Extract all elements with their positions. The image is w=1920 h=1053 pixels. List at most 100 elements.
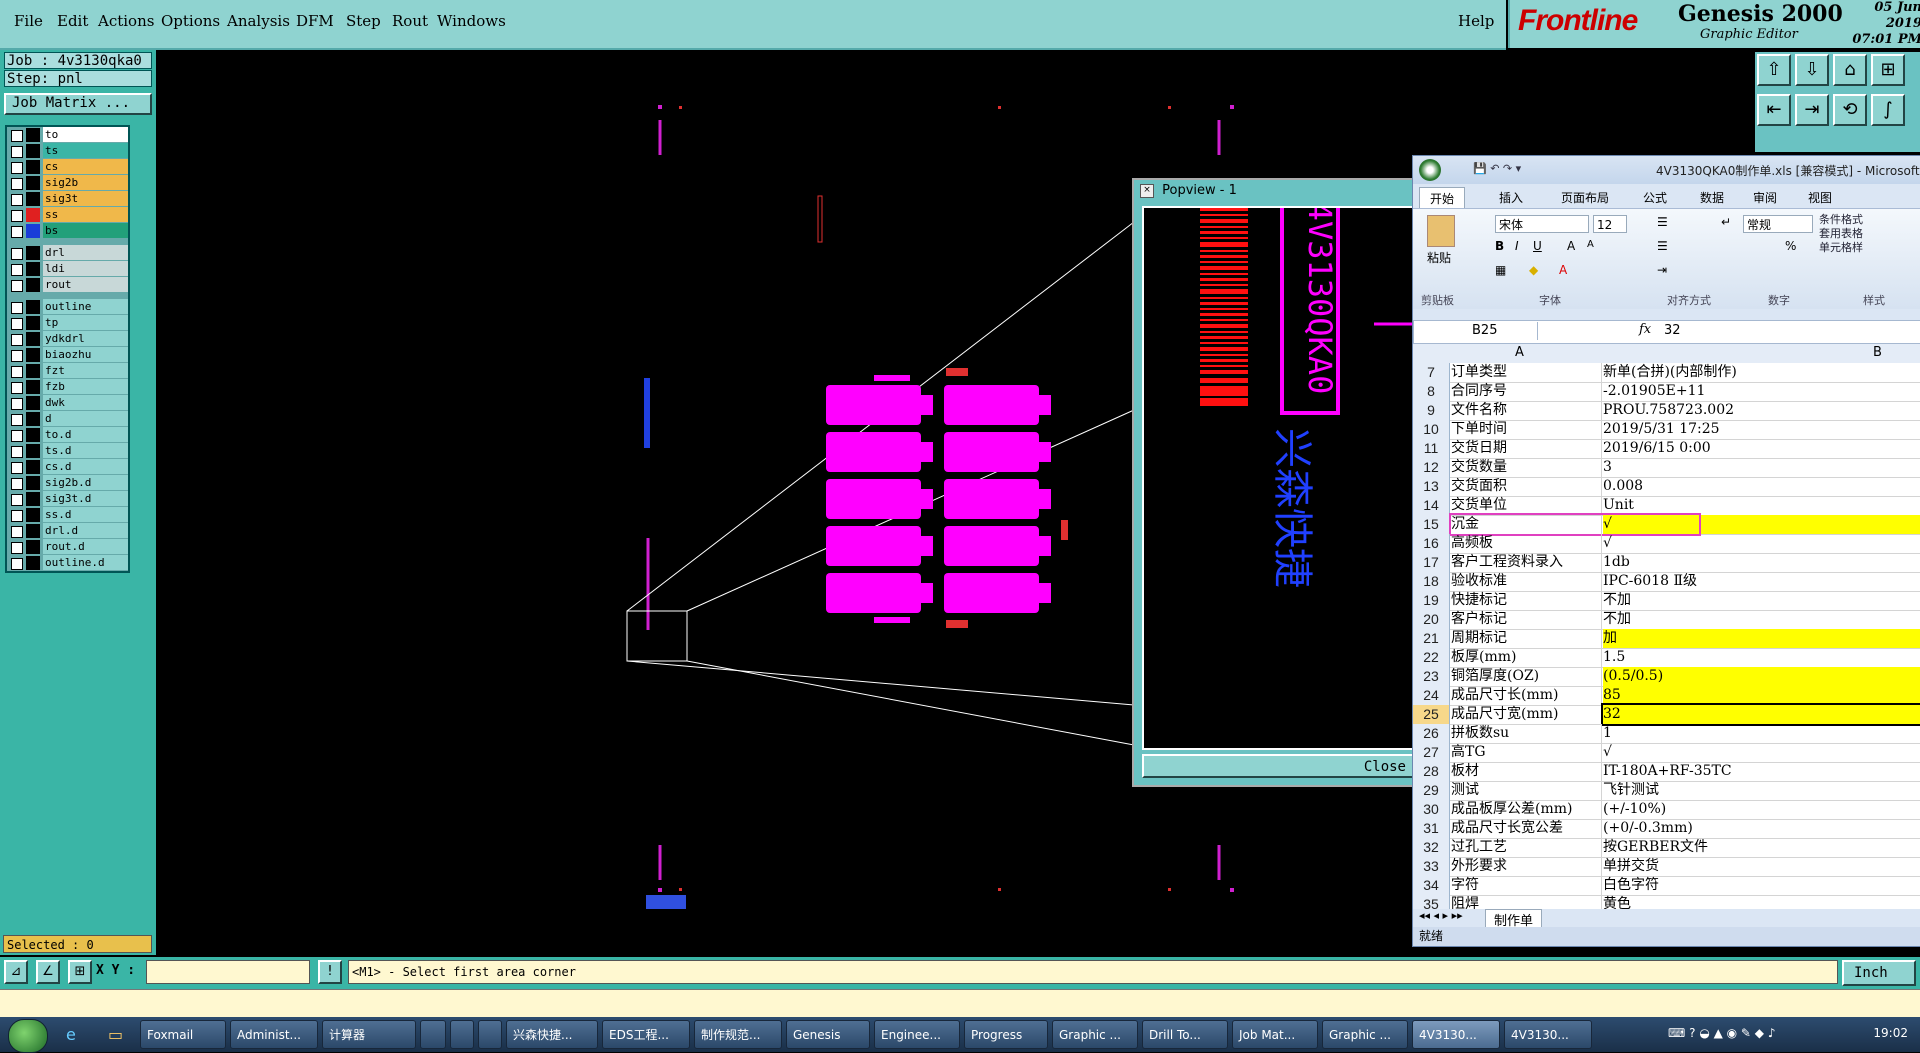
cell-a[interactable]: 文件名称 [1451,401,1602,420]
cell-a[interactable]: 验收标准 [1451,572,1602,591]
menu-rout[interactable]: Rout [392,12,428,30]
layer-checkbox[interactable] [11,526,23,538]
taskbar-button[interactable]: 4V3130... [1504,1020,1592,1049]
layer-name[interactable]: fzb [43,379,128,394]
taskbar-button[interactable]: EDS工程... [602,1020,690,1049]
layer-checkbox[interactable] [11,194,23,206]
home-icon[interactable]: ⌂ [1833,54,1867,86]
cell-b[interactable]: 1 [1603,724,1920,743]
cell-b[interactable]: 新单(合拼)(内部制作) [1603,363,1920,382]
row-number[interactable]: 25 [1413,705,1450,724]
cell-a[interactable]: 过孔工艺 [1451,838,1602,857]
menu-actions[interactable]: Actions [98,12,154,30]
layer-checkbox[interactable] [11,366,23,378]
layer-color-swatch[interactable] [26,208,40,222]
cell-b[interactable]: 不加 [1603,591,1920,610]
layer-row[interactable]: dwk [7,395,128,411]
row-number[interactable]: 13 [1413,477,1450,496]
taskbar-button[interactable]: 4V3130... [1412,1020,1500,1049]
cell-b[interactable]: PROU.758723.002 [1603,401,1920,420]
layer-row[interactable]: fzb [7,379,128,395]
quick-access-icon[interactable]: 💾 ↶ ↷ ▾ [1473,162,1521,175]
layer-color-swatch[interactable] [26,300,40,314]
row-number[interactable]: 19 [1413,591,1450,610]
number-format-select[interactable]: 常规 [1743,215,1813,233]
layer-row[interactable]: outline [7,299,128,315]
import-icon[interactable]: ⇤ [1757,94,1791,126]
cell-a[interactable]: 客户工程资料录入 [1451,553,1602,572]
office-button-icon[interactable] [1419,159,1441,181]
layer-checkbox[interactable] [11,226,23,238]
job-matrix-button[interactable]: Job Matrix ... [4,93,152,115]
layer-checkbox[interactable] [11,558,23,570]
layer-checkbox[interactable] [11,302,23,314]
cell-b[interactable]: 1.5 [1603,648,1920,667]
layer-color-swatch[interactable] [26,412,40,426]
layer-name[interactable]: drl.d [43,523,128,538]
row-number[interactable]: 33 [1413,857,1450,876]
layer-row[interactable]: to.d [7,427,128,443]
taskbar-button[interactable]: Drill To... [1142,1020,1228,1049]
cell-a[interactable]: 板材 [1451,762,1602,781]
bold-icon[interactable]: B [1495,239,1504,253]
row-number[interactable]: 21 [1413,629,1450,648]
cell-b[interactable]: 单拼交货 [1603,857,1920,876]
cell-a[interactable]: 高频板 [1451,534,1602,553]
layer-row[interactable]: outline.d [7,555,128,571]
layer-name[interactable]: ts.d [43,443,128,458]
grid-icon[interactable]: ⊞ [1871,54,1905,86]
layer-color-swatch[interactable] [26,224,40,238]
export-icon[interactable]: ⇥ [1795,94,1829,126]
menu-help[interactable]: Help [1458,12,1494,30]
layer-color-swatch[interactable] [26,524,40,538]
menu-dfm[interactable]: DFM [296,12,334,30]
taskbar-button[interactable]: Progress [964,1020,1048,1049]
tab-insert[interactable]: 插入 [1499,189,1523,206]
tab-review[interactable]: 审阅 [1753,189,1777,206]
row-number[interactable]: 12 [1413,458,1450,477]
upload-icon[interactable]: ⇧ [1757,54,1791,86]
layer-color-swatch[interactable] [26,396,40,410]
layer-color-swatch[interactable] [26,278,40,292]
taskbar-button[interactable]: Enginee... [874,1020,960,1049]
taskbar-button[interactable]: 计算器 [322,1020,416,1049]
layer-color-swatch[interactable] [26,144,40,158]
layer-row[interactable]: rout.d [7,539,128,555]
cell-a[interactable]: 订单类型 [1451,363,1602,382]
cell-b[interactable]: 2019/5/31 17:25 [1603,420,1920,439]
layer-row[interactable]: biaozhu [7,347,128,363]
route-icon[interactable]: ⟲ [1833,94,1867,126]
layer-color-swatch[interactable] [26,556,40,570]
row-number[interactable]: 34 [1413,876,1450,895]
taskbar-button[interactable] [420,1020,446,1049]
layer-color-swatch[interactable] [26,444,40,458]
cell-a[interactable]: 外形要求 [1451,857,1602,876]
layer-name[interactable]: to.d [43,427,128,442]
layer-row[interactable]: d [7,411,128,427]
layer-name[interactable]: dwk [43,395,128,410]
taskbar-button[interactable]: 制作规范... [694,1020,782,1049]
layer-name[interactable]: cs.d [43,459,128,474]
layer-row[interactable]: to [7,127,128,143]
taskbar-button[interactable] [450,1020,474,1049]
font-color-icon[interactable]: A [1559,263,1567,277]
tab-view[interactable]: 视图 [1808,189,1832,206]
download-icon[interactable]: ⇩ [1795,54,1829,86]
row-number[interactable]: 16 [1413,534,1450,553]
menu-step[interactable]: Step [346,12,381,30]
layer-color-swatch[interactable] [26,508,40,522]
popview-close-button[interactable]: Close [1142,754,1416,778]
cell-b[interactable]: (+0/-0.3mm) [1603,819,1920,838]
layer-name[interactable]: sig2b.d [43,475,128,490]
layer-name[interactable]: outline [43,299,128,314]
row-number[interactable]: 10 [1413,420,1450,439]
layer-row[interactable]: drl [7,245,128,261]
ie-icon[interactable]: e [66,1025,76,1044]
cell-a[interactable]: 阻焊 [1451,895,1602,909]
layer-checkbox[interactable] [11,350,23,362]
cell-b[interactable]: 2019/6/15 0:00 [1603,439,1920,458]
cell-a[interactable]: 成品尺寸长(mm) [1451,686,1602,705]
function-icon[interactable]: fx [1639,322,1651,337]
menu-file[interactable]: File [14,12,43,30]
taskbar-button[interactable]: Genesis [786,1020,870,1049]
